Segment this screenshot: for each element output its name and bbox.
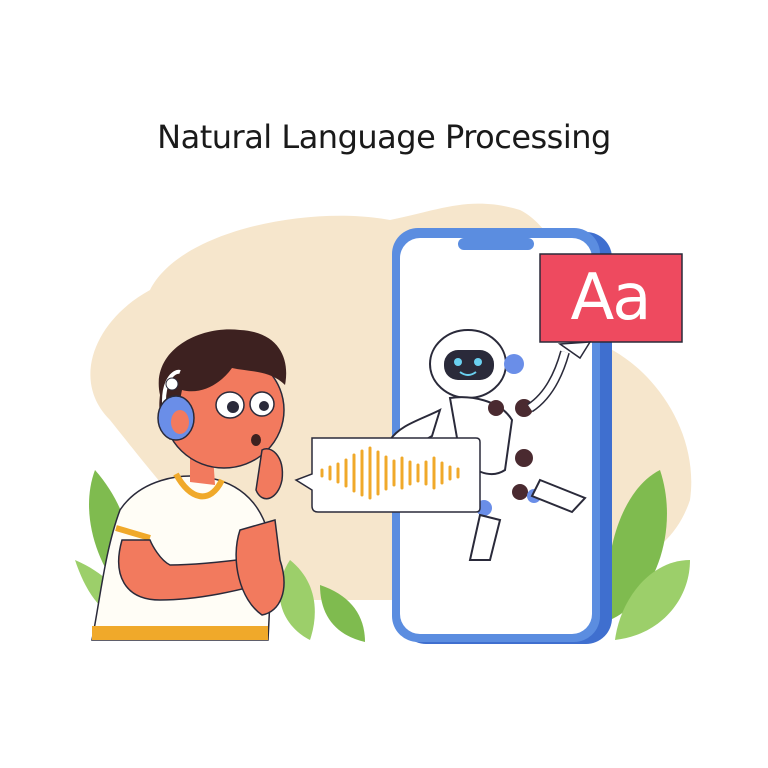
illustration [75, 203, 692, 644]
text-badge-label: Aa [570, 261, 652, 335]
sound-wave-icon [294, 437, 481, 513]
page-title: Natural Language Processing [157, 118, 611, 156]
